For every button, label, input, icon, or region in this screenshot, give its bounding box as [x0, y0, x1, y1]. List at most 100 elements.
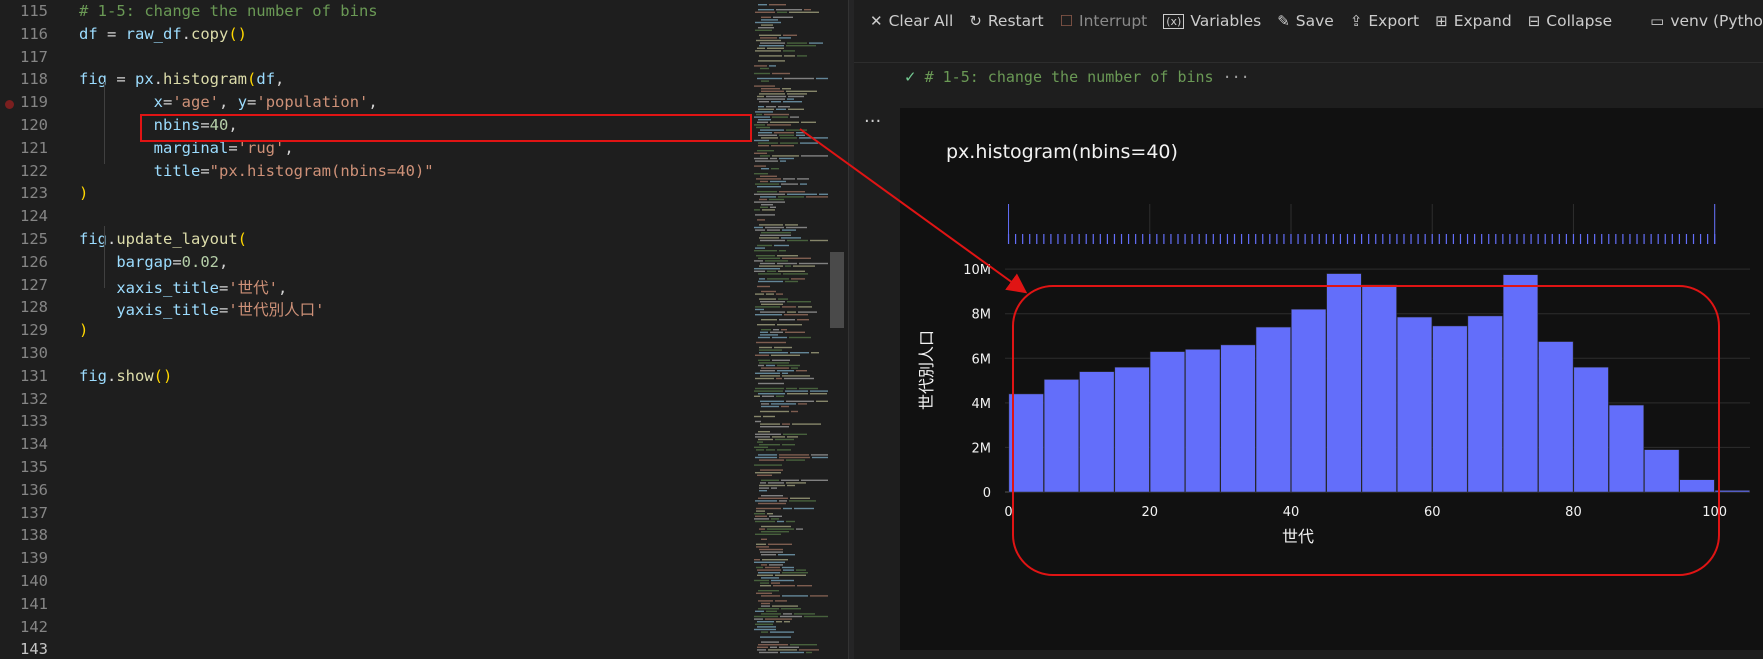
line-number: 121 [20, 138, 48, 157]
cell-header-text: # 1-5: change the number of bins [924, 68, 1214, 86]
close-icon: ✕ [870, 12, 883, 30]
x-tick-label: 40 [1283, 505, 1300, 520]
line-number: 136 [20, 480, 48, 499]
restart-label: Restart [987, 12, 1044, 30]
minimap-preview [754, 4, 830, 654]
interrupt-button[interactable]: ☐ Interrupt [1060, 12, 1148, 30]
expand-icon: ⊞ [1435, 12, 1448, 30]
minimap[interactable] [750, 0, 830, 659]
collapse-label: Collapse [1546, 12, 1613, 30]
annotation-highlight-box [140, 114, 752, 142]
code-line[interactable]: bargap=0.02, [79, 253, 228, 271]
cell-actions-ellipsis[interactable]: ... [864, 106, 881, 127]
kernel-picker[interactable]: ▭ venv (Python [1650, 12, 1763, 30]
cell-header[interactable]: ✓ # 1-5: change the number of bins ··· [904, 68, 1250, 86]
code-line[interactable]: fig.show() [79, 367, 172, 385]
code-editor[interactable]: 115 # 1-5: change the number of bins 116 df… [0, 0, 752, 659]
y-tick-label: 4M [972, 397, 992, 412]
line-number: 140 [20, 572, 48, 590]
histogram-bar [1397, 316, 1433, 493]
stop-icon: ☐ [1059, 12, 1074, 30]
line-number: 143 [20, 640, 48, 659]
histogram-bar [1573, 366, 1609, 493]
histogram-bar [1008, 393, 1044, 493]
code-line[interactable]: df = raw_df.copy() [79, 25, 247, 43]
line-number: 132 [20, 389, 48, 408]
code-line[interactable]: ) [79, 321, 88, 339]
line-number: 128 [20, 298, 48, 317]
clear-all-button[interactable]: ✕ Clear All [870, 12, 953, 30]
code-line[interactable]: x='age', y='population', [79, 93, 378, 111]
line-number: 116 [20, 24, 48, 43]
histogram-chart: px.histogram(nbins=40) 0 2M 4M 6M 8M 10M 0 20 4… [917, 141, 1750, 546]
collapse-icon: ⊟ [1527, 12, 1541, 30]
collapse-button[interactable]: ⊟ Collapse [1528, 12, 1612, 30]
histogram-bar [1361, 284, 1397, 493]
cell-separator [854, 62, 1763, 63]
histogram-bar [1326, 273, 1362, 493]
histogram-bar [1679, 479, 1715, 493]
y-tick-label: 8M [972, 308, 992, 323]
histogram-bar [1467, 315, 1503, 493]
interactive-toolbar: ✕ Clear All ↻ Restart ☐ Interrupt (x) Variab… [854, 0, 1763, 42]
interactive-window: ✕ Clear All ↻ Restart ☐ Interrupt (x) Variab… [854, 0, 1763, 659]
line-number: 117 [20, 47, 48, 66]
editor-scrollbar[interactable] [828, 0, 846, 659]
line-number: 126 [20, 252, 48, 271]
cell-output: px.histogram(nbins=40) 0 2M 4M 6M 8M 10M 0 20 4… [900, 108, 1763, 650]
x-tick-label: 0 [1004, 505, 1012, 520]
line-number: 130 [20, 344, 48, 362]
x-tick-label: 60 [1424, 505, 1441, 520]
line-number: 124 [20, 207, 48, 226]
line-number: 122 [20, 161, 48, 180]
kernel-icon: ▭ [1650, 12, 1665, 30]
code-line[interactable]: xaxis_title='世代', [79, 276, 287, 298]
variables-button[interactable]: (x) Variables [1163, 12, 1261, 30]
expand-button[interactable]: ⊞ Expand [1435, 12, 1512, 30]
interrupt-label: Interrupt [1079, 12, 1148, 30]
line-number: 120 [20, 116, 48, 134]
code-line[interactable]: yaxis_title='世代別人口' [79, 298, 324, 320]
histogram-bar [1291, 309, 1327, 493]
indent-guide [104, 226, 105, 288]
variables-icon: (x) [1163, 13, 1185, 29]
x-axis-title: 世代 [1282, 527, 1314, 546]
code-line[interactable]: fig = px.histogram(df, [79, 70, 284, 88]
line-number: 127 [20, 275, 48, 294]
restart-button[interactable]: ↻ Restart [969, 12, 1043, 30]
histogram-bar [1714, 490, 1750, 493]
code-line[interactable]: title="px.histogram(nbins=40)" [79, 162, 434, 180]
histogram-bar [1432, 325, 1468, 493]
code-line[interactable]: ) [79, 184, 88, 202]
save-button[interactable]: ✎ Save [1277, 12, 1334, 30]
line-number: 123 [20, 184, 48, 203]
kernel-label: venv (Python [1670, 12, 1763, 30]
line-number: 142 [20, 617, 48, 636]
chart-title: px.histogram(nbins=40) [946, 141, 1178, 163]
scrollbar-thumb[interactable] [830, 252, 844, 328]
histogram-bar [1185, 349, 1221, 493]
histogram-bar [1644, 449, 1680, 493]
line-number: 131 [20, 366, 48, 385]
line-number: 139 [20, 549, 48, 568]
line-number: 138 [20, 526, 48, 545]
line-number: 133 [20, 412, 48, 431]
histogram-bar [1220, 344, 1256, 493]
expand-label: Expand [1453, 12, 1512, 30]
histogram-bar [1608, 404, 1644, 493]
line-number: 134 [20, 435, 48, 454]
line-number: 129 [20, 321, 48, 340]
y-tick-label: 0 [983, 486, 991, 501]
line-number: 115 [20, 2, 48, 20]
histogram-bar [1043, 379, 1080, 493]
line-number: 141 [20, 594, 48, 613]
indent-guide [104, 82, 105, 164]
clear-all-label: Clear All [888, 12, 954, 30]
code-line[interactable]: # 1-5: change the number of bins [79, 2, 378, 20]
export-button[interactable]: ⇪ Export [1350, 12, 1419, 30]
save-icon: ✎ [1277, 12, 1290, 30]
export-icon: ⇪ [1349, 12, 1363, 30]
histogram-bar [1149, 351, 1185, 493]
x-tick-label: 20 [1141, 505, 1158, 520]
histogram-bar [1079, 371, 1115, 493]
